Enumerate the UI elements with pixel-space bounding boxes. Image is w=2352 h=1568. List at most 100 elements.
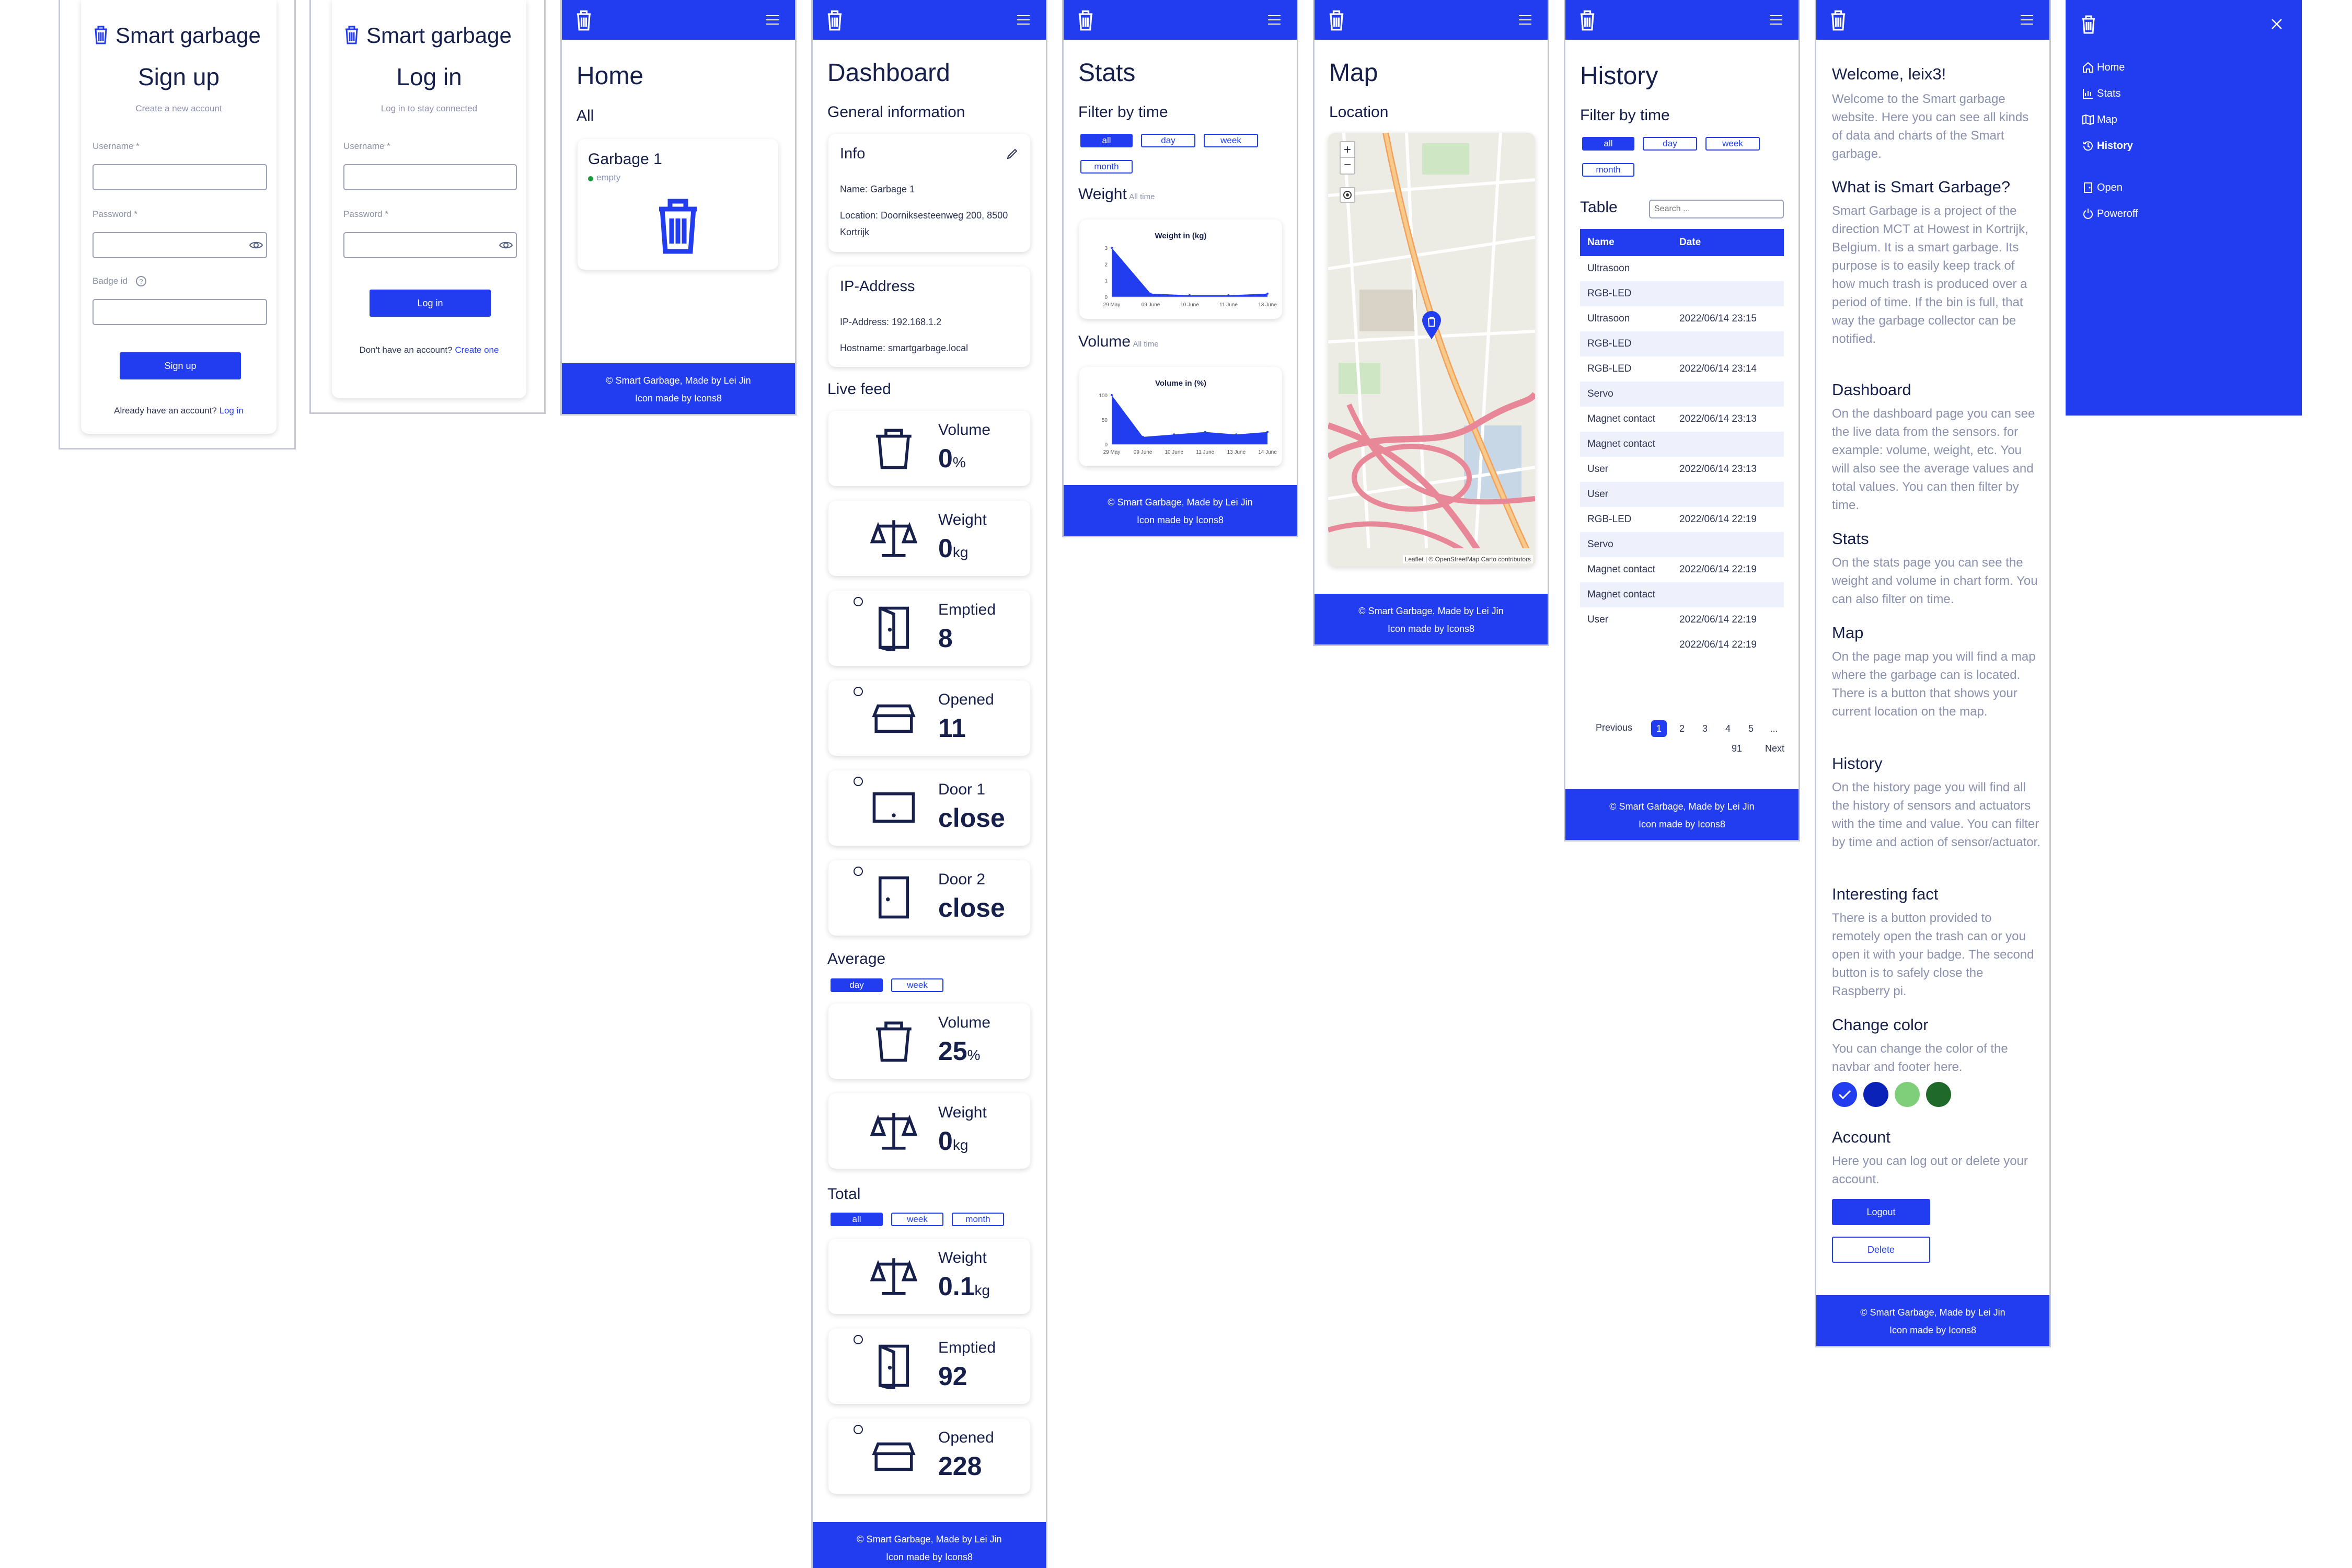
page-3[interactable]: 3 — [1697, 720, 1713, 737]
zoom-out-button[interactable]: − — [1341, 158, 1354, 174]
filter-month[interactable]: month — [1080, 160, 1133, 174]
filter-week[interactable]: week — [891, 978, 943, 992]
trash-icon[interactable] — [1578, 8, 1597, 31]
filter-day[interactable]: day — [1643, 137, 1697, 151]
map-card[interactable]: + − Leaflet | © OpenStreetMap Carto cont… — [1328, 133, 1535, 567]
trash-icon[interactable] — [1829, 8, 1848, 31]
page-4[interactable]: 4 — [1720, 720, 1736, 737]
weight-title: Weight — [1078, 186, 1127, 203]
page-6[interactable]: ... — [1766, 720, 1782, 737]
filter-week[interactable]: week — [1204, 134, 1258, 147]
section-average: Average — [827, 950, 886, 967]
hamburger-icon[interactable] — [1267, 14, 1281, 26]
table-row[interactable]: User2022/06/14 23:13 — [1580, 457, 1784, 500]
table-row[interactable]: Servo 2022/06/14 23:13 — [1580, 382, 1784, 424]
navbar — [1565, 0, 1798, 40]
table-row[interactable]: Magnet contact2022/06/14 23:13 — [1580, 432, 1784, 475]
help-icon[interactable] — [852, 686, 864, 697]
username-input[interactable] — [93, 164, 267, 190]
nav-item-stats[interactable]: Stats — [2097, 88, 2121, 100]
nav-item-map[interactable]: Map — [2097, 114, 2117, 126]
trash-icon[interactable] — [1076, 8, 1095, 31]
signup-button[interactable]: Sign up — [120, 352, 241, 379]
filter-all[interactable]: all — [831, 1213, 883, 1226]
table-row[interactable]: Ultrasoon2022/06/14 23:15 — [1580, 256, 1784, 299]
help-icon[interactable]: ? — [135, 275, 147, 287]
page-1[interactable]: 1 — [1651, 720, 1667, 737]
page-2[interactable]: 2 — [1674, 720, 1690, 737]
next-button[interactable]: Next — [1765, 743, 1784, 754]
help-icon[interactable] — [852, 1424, 864, 1435]
hamburger-icon[interactable] — [1518, 14, 1532, 26]
osm-map[interactable] — [1328, 133, 1535, 567]
scale-icon — [870, 1258, 917, 1295]
garbage-card[interactable]: Garbage 1 empty — [578, 139, 778, 270]
help-icon[interactable] — [852, 596, 864, 607]
map-marker-icon[interactable] — [1421, 310, 1442, 340]
hamburger-icon[interactable] — [1769, 14, 1783, 26]
eye-icon[interactable] — [499, 240, 513, 250]
filter-month[interactable]: month — [952, 1213, 1004, 1226]
filter-day[interactable]: day — [1141, 134, 1195, 147]
help-icon[interactable] — [852, 1334, 864, 1345]
zoom-in-button[interactable]: + — [1341, 142, 1354, 158]
color-swatch[interactable] — [1863, 1082, 1888, 1107]
create-account-link[interactable]: Create one — [455, 345, 499, 355]
table-row[interactable]: User 2022/06/14 22:19 — [1580, 607, 1784, 650]
nav-action-poweroff[interactable]: Poweroff — [2097, 208, 2138, 220]
username-input[interactable] — [343, 164, 517, 190]
trash-icon[interactable] — [2080, 14, 2097, 34]
delete-button[interactable]: Delete — [1832, 1237, 1930, 1263]
close-icon[interactable] — [2270, 18, 2283, 30]
table-row[interactable]: Magnet contact2022/06/14 22:19 — [1580, 557, 1784, 600]
table-row[interactable]: Magnet contact2022/06/14 22:19 — [1580, 582, 1784, 625]
color-swatch[interactable] — [1926, 1082, 1951, 1107]
nav-item-history[interactable]: History — [2097, 140, 2133, 152]
eye-icon[interactable] — [249, 240, 263, 250]
table-row[interactable]: RGB-LED2022/06/14 22:19 — [1580, 507, 1784, 550]
live-card: Weight 0kg — [828, 501, 1030, 576]
login-link[interactable]: Log in — [220, 406, 244, 416]
previous-button[interactable]: Previous — [1596, 722, 1632, 733]
brand-title: Smart garbage — [366, 23, 512, 48]
cell-name: RGB-LED — [1587, 514, 1632, 525]
page-5[interactable]: 5 — [1743, 720, 1759, 737]
x-tick-label: 10 June — [1165, 449, 1183, 455]
hamburger-icon[interactable] — [766, 14, 779, 26]
filter-all[interactable]: all — [1080, 134, 1133, 147]
trash-icon[interactable] — [825, 8, 844, 31]
table-row[interactable]: Servo 2022/06/14 22:19 — [1580, 532, 1784, 575]
password-input[interactable] — [343, 232, 517, 258]
help-icon[interactable] — [852, 866, 864, 877]
nav-item-home[interactable]: Home — [2097, 62, 2125, 74]
table-row[interactable]: RGB-LED 2022/06/14 23:14 — [1580, 331, 1784, 374]
pencil-icon[interactable] — [1006, 147, 1019, 160]
search-input[interactable] — [1649, 200, 1784, 218]
color-swatch[interactable] — [1895, 1082, 1920, 1107]
logout-button[interactable]: Logout — [1832, 1199, 1930, 1225]
filter-day[interactable]: day — [831, 978, 883, 992]
filter-week[interactable]: week — [891, 1213, 943, 1226]
col-date-header[interactable]: Date — [1679, 229, 1701, 256]
login-button[interactable]: Log in — [370, 290, 491, 317]
hamburger-icon[interactable] — [2020, 14, 2034, 26]
password-input[interactable] — [93, 232, 267, 258]
table-row[interactable]: RGB-LED2022/06/14 23:13 — [1580, 356, 1784, 399]
filter-all[interactable]: all — [1582, 137, 1634, 151]
nav-action-open[interactable]: Open — [2097, 182, 2123, 194]
table-row[interactable]: RGB-LED 2022/06/14 23:15 — [1580, 281, 1784, 324]
table-row[interactable]: Ultrasoon2022/06/14 23:14 — [1580, 306, 1784, 349]
page-last[interactable]: 91 — [1732, 743, 1742, 754]
trash-icon[interactable] — [1327, 8, 1346, 31]
table-row[interactable]: User 2022/06/14 22:19 — [1580, 482, 1784, 525]
hamburger-icon[interactable] — [1017, 14, 1030, 26]
table-row[interactable]: Magnet contact2022/06/14 23:13 — [1580, 407, 1784, 449]
filter-week[interactable]: week — [1705, 137, 1760, 151]
locate-button[interactable] — [1340, 187, 1355, 203]
filter-month[interactable]: month — [1582, 163, 1634, 177]
help-icon[interactable] — [852, 776, 864, 787]
trash-icon[interactable] — [574, 8, 593, 31]
col-name-header[interactable]: Name — [1587, 237, 1615, 248]
color-swatch[interactable] — [1832, 1082, 1857, 1107]
badge-input[interactable] — [93, 299, 267, 325]
